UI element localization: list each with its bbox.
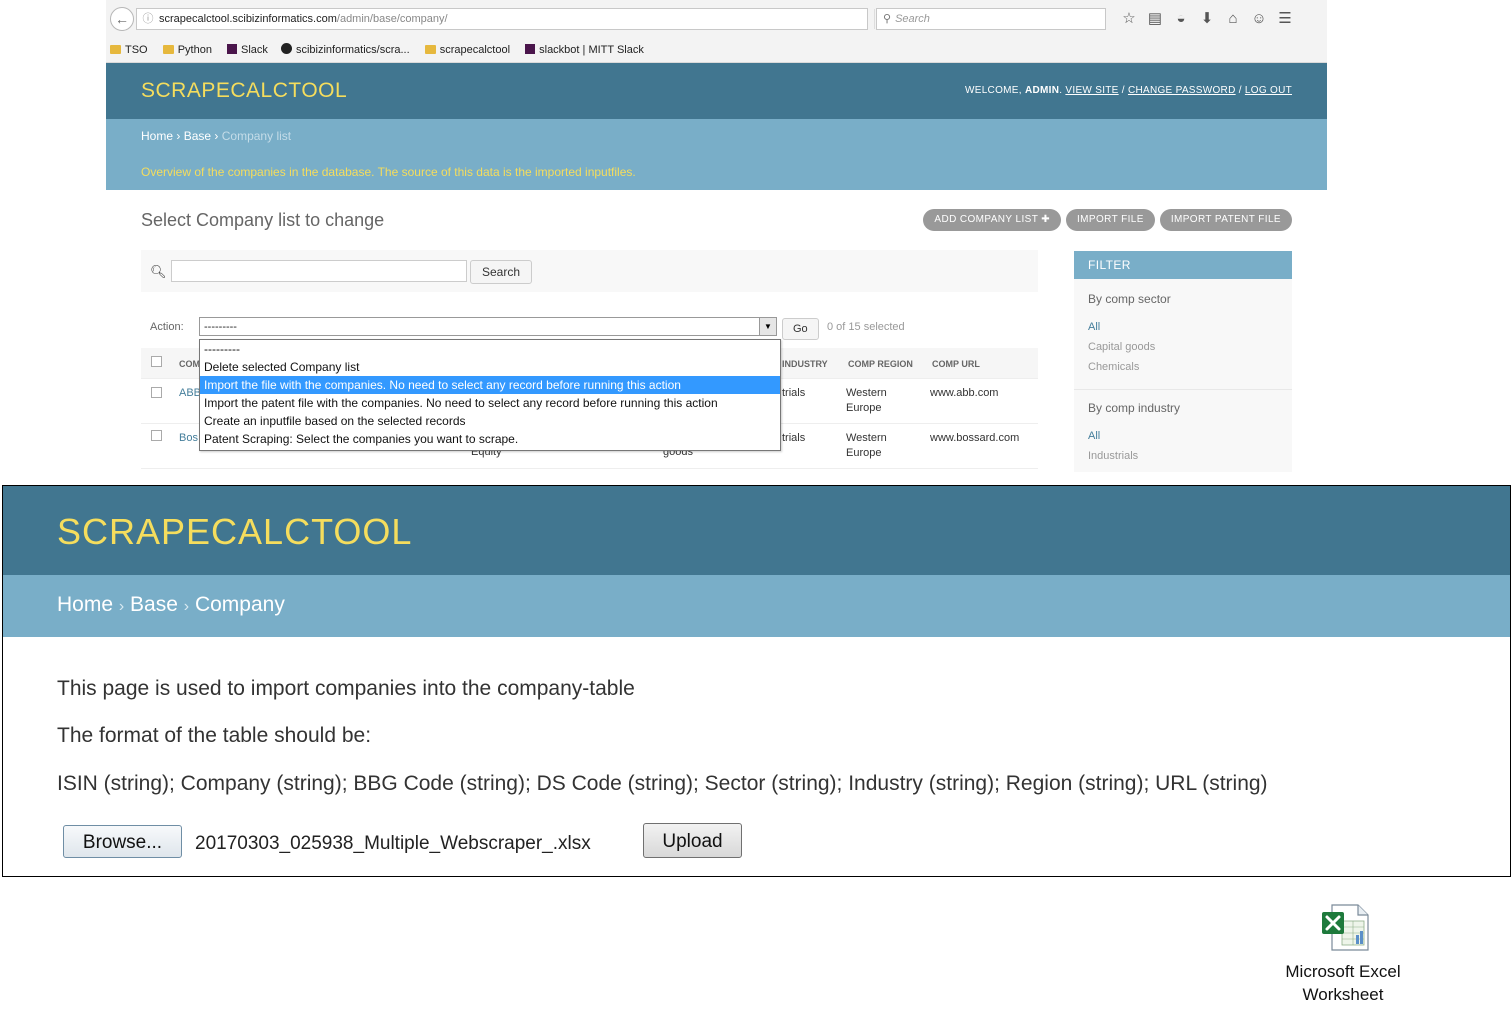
column-header-industry[interactable]: INDUSTRY <box>782 359 828 369</box>
search-icon: 🔍︎ <box>150 264 167 279</box>
object-tools: ADD COMPANY LIST ✚ IMPORT FILE IMPORT PATE… <box>918 209 1292 231</box>
folder-icon <box>424 45 436 54</box>
filter-group-title: By comp industry <box>1088 401 1181 415</box>
dropdown-option[interactable]: Delete selected Company list <box>200 358 780 376</box>
admin-header: SCRAPECALCTOOL WELCOME, ADMIN. VIEW SITE… <box>106 63 1327 119</box>
selected-count: 0 of 15 selected <box>827 321 905 333</box>
breadcrumb-base[interactable]: Base <box>184 129 211 143</box>
filter-option-all[interactable]: All <box>1088 321 1100 333</box>
format-heading: The format of the table should be: <box>57 724 372 747</box>
action-select[interactable]: --------- ▼ <box>199 317 777 336</box>
filter-option[interactable]: Capital goods <box>1088 341 1155 353</box>
filter-divider <box>1074 389 1292 390</box>
excel-file-icon[interactable] <box>1320 903 1370 951</box>
home-icon[interactable]: ⌂ <box>1220 9 1246 29</box>
column-header-region[interactable]: COMP REGION <box>848 359 913 369</box>
dropdown-option[interactable]: Patent Scraping: Select the companies yo… <box>200 430 780 448</box>
format-spec: ISIN (string); Company (string); BBG Cod… <box>57 772 1268 795</box>
chat-icon[interactable]: ☺ <box>1246 9 1272 29</box>
folder-icon <box>162 45 174 54</box>
bookmark-scrapecalctool[interactable]: scrapecalctool <box>421 38 510 62</box>
browse-button[interactable]: Browse... <box>63 825 182 858</box>
pocket-icon[interactable]: ◒ <box>1168 9 1194 29</box>
browser-toolbar: ← ⓘ scrapecalctool.scibizinformatics.com/… <box>106 0 1327 38</box>
toolbar-icons: ☆ ▤ ◒ ⬇ ⌂ ☺ ☰ <box>1116 9 1298 29</box>
action-label: Action: <box>150 321 184 333</box>
filter-option-all[interactable]: All <box>1088 430 1100 442</box>
browser-search-field[interactable]: ⚲ Search <box>876 8 1106 30</box>
column-header-url[interactable]: COMP URL <box>932 359 980 369</box>
filter-header: FILTER <box>1074 251 1292 279</box>
reading-list-icon[interactable]: ▤ <box>1142 9 1168 29</box>
bookmark-star-icon[interactable]: ☆ <box>1116 9 1142 29</box>
url-path: /admin/base/company/ <box>336 13 448 25</box>
go-button[interactable]: Go <box>782 318 819 340</box>
view-site-link[interactable]: VIEW SITE <box>1065 85 1118 96</box>
user-tools: WELCOME, ADMIN. VIEW SITE / CHANGE PASSW… <box>964 85 1292 96</box>
row-checkbox[interactable] <box>151 387 162 398</box>
import-file-button[interactable]: IMPORT FILE <box>1065 209 1155 231</box>
column-header-company[interactable]: COM <box>179 359 200 369</box>
bookmark-slackbot[interactable]: slackbot | MITT Slack <box>521 38 644 62</box>
slack-icon <box>525 44 536 54</box>
menu-icon[interactable]: ☰ <box>1272 9 1298 29</box>
bookmarks-bar: TSO Python Slack scibizinformatics/scra.… <box>106 38 1327 63</box>
import-patent-file-button[interactable]: IMPORT PATENT FILE <box>1159 209 1292 231</box>
row-checkbox[interactable] <box>151 430 162 441</box>
add-company-button[interactable]: ADD COMPANY LIST ✚ <box>923 209 1061 231</box>
selected-filename: 20170303_025938_Multiple_Webscraper_.xls… <box>195 833 591 854</box>
filter-option[interactable]: Chemicals <box>1088 361 1139 373</box>
admin-header: SCRAPECALCTOOL <box>3 486 1510 575</box>
url-bar[interactable]: ⓘ scrapecalctool.scibizinformatics.com/ad… <box>136 8 891 30</box>
search-toolbar: 🔍︎ Search <box>141 250 1038 292</box>
change-password-link[interactable]: CHANGE PASSWORD <box>1128 85 1236 96</box>
url-domain: scrapecalctool.scibizinformatics.com <box>159 13 337 25</box>
page-description: Overview of the companies in the databas… <box>141 165 636 179</box>
breadcrumb: Home › Base › Company list <box>141 129 292 143</box>
dropdown-option[interactable]: --------- <box>200 340 780 358</box>
dropdown-option[interactable]: Create an inputfile based on the selecte… <box>200 412 780 430</box>
slack-icon <box>227 44 237 54</box>
log-out-link[interactable]: LOG OUT <box>1245 85 1292 96</box>
breadcrumb-home[interactable]: Home <box>141 129 173 143</box>
breadcrumb-current: Company <box>194 593 285 616</box>
search-icon: ⚲ <box>883 13 892 25</box>
github-icon <box>280 43 292 54</box>
breadcrumb-current: Company list <box>221 129 292 143</box>
breadcrumb: Home › Base › Company <box>57 593 285 616</box>
company-link[interactable]: ABB <box>179 387 201 399</box>
upload-button[interactable]: Upload <box>643 823 742 858</box>
breadcrumb-home[interactable]: Home <box>57 593 113 616</box>
breadcrumb-bar: Home › Base › Company <box>3 575 1510 637</box>
bookmark-python[interactable]: Python <box>159 38 212 62</box>
select-all-checkbox[interactable] <box>151 356 162 367</box>
attachment-label: Microsoft Excel Worksheet <box>1285 962 1401 1004</box>
filter-option[interactable]: Industrials <box>1088 450 1138 462</box>
bookmark-tso[interactable]: TSO <box>106 38 148 62</box>
site-brand[interactable]: SCRAPECALCTOOL <box>141 79 347 103</box>
back-arrow-icon[interactable]: ← <box>110 7 134 31</box>
page-title: Select Company list to change <box>141 210 385 230</box>
info-icon[interactable]: ⓘ <box>141 9 155 29</box>
folder-icon <box>110 45 121 54</box>
action-dropdown-list: --------- Delete selected Company list I… <box>199 339 781 451</box>
breadcrumb-base[interactable]: Base <box>130 593 178 616</box>
filter-sidebar: FILTER By comp sector All Capital goods … <box>1074 251 1292 472</box>
actions-bar: Action: --------- ▼ Go 0 of 15 selected <box>141 316 1038 340</box>
search-button[interactable]: Search <box>470 260 533 284</box>
import-page-screenshot: SCRAPECALCTOOL Home › Base › Company Thi… <box>2 485 1511 877</box>
dropdown-option[interactable]: Import the patent file with the companie… <box>200 394 780 412</box>
dropdown-option-highlighted[interactable]: Import the file with the companies. No n… <box>200 376 780 394</box>
filter-group-title: By comp sector <box>1088 292 1171 306</box>
bookmark-slack[interactable]: Slack <box>223 38 268 62</box>
chevron-down-icon[interactable]: ▼ <box>759 318 776 335</box>
site-brand[interactable]: SCRAPECALCTOOL <box>57 511 412 553</box>
company-link[interactable]: Bos <box>179 432 198 444</box>
search-input[interactable] <box>171 260 467 282</box>
download-icon[interactable]: ⬇ <box>1194 9 1220 29</box>
intro-text: This page is used to import companies in… <box>57 677 635 700</box>
bookmark-github[interactable]: scibizinformatics/scra... <box>279 38 410 62</box>
breadcrumb-bar: Home › Base › Company list Overview of t… <box>106 119 1327 190</box>
